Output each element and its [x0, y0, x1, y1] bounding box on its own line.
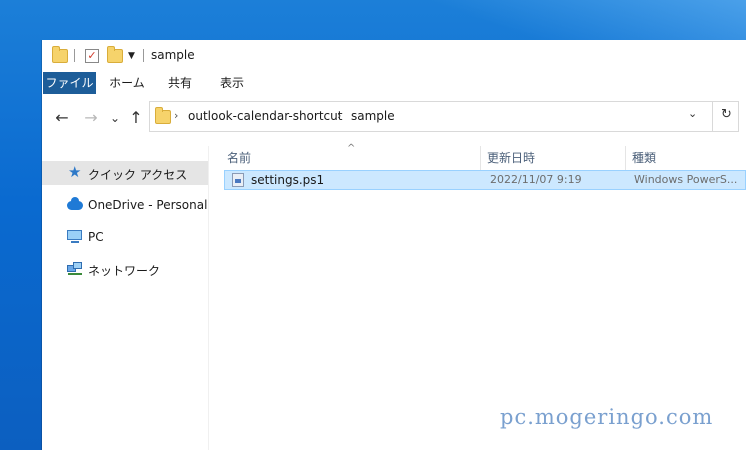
ribbon-tabs: ファイル ホーム 共有 表示	[42, 72, 746, 94]
crumb-separator-icon[interactable]: ›	[174, 109, 178, 122]
computer-icon	[67, 230, 82, 243]
quick-access-separator	[74, 49, 75, 62]
forward-button[interactable]: →	[81, 108, 101, 128]
file-name: settings.ps1	[251, 173, 325, 187]
back-button[interactable]: ←	[52, 108, 72, 128]
file-type: Windows PowerS...	[634, 173, 738, 186]
up-button[interactable]: ↑	[126, 108, 146, 128]
nav-item-label: ネットワーク	[88, 264, 161, 278]
title-separator	[143, 49, 144, 62]
title-bar: ✓ ▼ sample	[42, 40, 746, 72]
tab-share[interactable]: 共有	[158, 72, 202, 94]
address-divider	[712, 102, 713, 131]
new-folder-icon[interactable]	[107, 46, 123, 64]
nav-item-network[interactable]: ネットワーク	[42, 257, 208, 281]
address-folder-icon	[155, 107, 171, 124]
breadcrumb-outlook-calendar-shortcut[interactable]: outlook-calendar-shortcut	[188, 109, 342, 123]
tab-home[interactable]: ホーム	[104, 72, 150, 94]
address-dropdown-icon[interactable]: ⌄	[688, 107, 697, 120]
network-icon	[67, 262, 83, 275]
refresh-icon[interactable]: ↻	[721, 107, 732, 122]
nav-item-quick-access[interactable]: ★ クイック アクセス	[42, 161, 208, 185]
nav-item-pc[interactable]: PC	[42, 225, 208, 249]
breadcrumb-sample[interactable]: sample	[351, 109, 395, 123]
crumb-separator-icon[interactable]: ›	[337, 109, 341, 122]
column-divider[interactable]	[625, 146, 626, 170]
tab-view[interactable]: 表示	[210, 72, 254, 94]
table-row[interactable]: settings.ps1 2022/11/07 9:19 Windows Pow…	[224, 170, 746, 190]
column-header-type[interactable]: 種類	[632, 146, 742, 170]
desktop-background	[400, 0, 746, 40]
customize-toolbar-icon[interactable]: ▼	[128, 48, 135, 64]
watermark: pc.mogeringo.com	[500, 405, 714, 429]
column-header-date[interactable]: 更新日時	[487, 146, 625, 170]
nav-item-label: OneDrive - Personal	[88, 198, 208, 212]
properties-icon[interactable]: ✓	[85, 48, 99, 64]
nav-item-onedrive[interactable]: OneDrive - Personal	[42, 193, 208, 217]
navigation-pane: ★ クイック アクセス OneDrive - Personal PC ネットワー…	[42, 146, 209, 450]
recent-locations-button[interactable]: ⌄	[108, 108, 122, 128]
cloud-icon	[67, 197, 83, 210]
nav-item-label: PC	[88, 230, 104, 244]
nav-item-label: クイック アクセス	[88, 168, 188, 182]
tab-file[interactable]: ファイル	[43, 72, 96, 94]
file-modified-date: 2022/11/07 9:19	[490, 173, 582, 186]
column-divider[interactable]	[480, 146, 481, 170]
star-icon: ★	[68, 163, 82, 181]
address-row: ← → ⌄ ↑ › outlook-calendar-shortcut › sa…	[42, 94, 746, 146]
column-header-name[interactable]: 名前	[227, 146, 477, 170]
powershell-file-icon	[232, 173, 244, 187]
window-folder-icon	[52, 46, 68, 64]
window-title: sample	[151, 48, 195, 62]
file-explorer-window: ✓ ▼ sample ファイル ホーム 共有 表示 ← → ⌄ ↑ › outl…	[42, 40, 746, 450]
address-bar[interactable]: › outlook-calendar-shortcut › sample ⌄ ↻	[149, 101, 739, 132]
